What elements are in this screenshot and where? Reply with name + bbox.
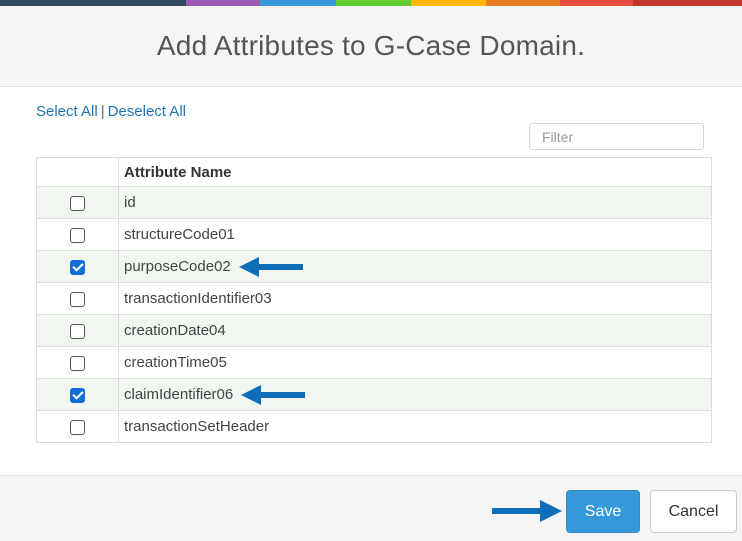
attribute-name-label: id	[124, 194, 136, 211]
table-row[interactable]: id	[36, 186, 712, 219]
attribute-table: Attribute Name id structureCode01 purposeC…	[36, 157, 712, 443]
attribute-name-cell: creationDate04	[118, 314, 712, 347]
table-row[interactable]: structureCode01	[36, 218, 712, 251]
attribute-name-label: creationDate04	[124, 322, 226, 339]
dialog-header: Add Attributes to G-Case Domain.	[0, 6, 742, 87]
table-row[interactable]: transactionIdentifier03	[36, 282, 712, 315]
checkbox-checked[interactable]	[70, 387, 85, 403]
checkbox-cell	[36, 282, 119, 315]
checkbox-cell	[36, 186, 119, 219]
attribute-table-container: Attribute Name id structureCode01 purposeC…	[36, 157, 712, 443]
table-row[interactable]: claimIdentifier06	[36, 378, 712, 411]
table-header-row: Attribute Name	[36, 157, 712, 187]
selection-links: Select All | Deselect All	[36, 102, 186, 122]
attribute-name-header: Attribute Name	[118, 157, 712, 187]
checkbox-cell	[36, 378, 119, 411]
attribute-name-label: transactionSetHeader	[124, 418, 270, 435]
cancel-button[interactable]: Cancel	[650, 490, 737, 533]
left-arrow-icon	[238, 256, 303, 277]
attribute-name-label: claimIdentifier06	[124, 385, 234, 403]
attribute-name-cell: transactionIdentifier03	[118, 282, 712, 315]
deselect-all-link[interactable]: Deselect All	[108, 103, 186, 120]
checkbox-cell	[36, 410, 119, 443]
checkbox-cell	[36, 218, 119, 251]
checkbox-unchecked[interactable]	[70, 291, 85, 307]
checkbox-cell	[36, 346, 119, 379]
checkbox-unchecked[interactable]	[70, 195, 85, 211]
checkbox-cell	[36, 314, 119, 347]
checkbox-column-header	[36, 157, 119, 187]
filter-input[interactable]	[529, 123, 704, 150]
table-row[interactable]: purposeCode02	[36, 250, 712, 283]
checkbox-unchecked[interactable]	[70, 355, 85, 371]
attribute-name-cell: id	[118, 186, 712, 219]
attribute-name-label: structureCode01	[124, 226, 235, 243]
attribute-name-cell: transactionSetHeader	[118, 410, 712, 443]
attribute-name-label: creationTime05	[124, 354, 227, 371]
checkbox-checked[interactable]	[70, 259, 85, 275]
checkbox-unchecked[interactable]	[70, 323, 85, 339]
link-separator: |	[100, 103, 105, 120]
attribute-name-cell: creationTime05	[118, 346, 712, 379]
table-row[interactable]: transactionSetHeader	[36, 410, 712, 443]
attribute-name-cell: purposeCode02	[118, 250, 712, 283]
dialog-footer: Save Cancel	[0, 475, 742, 541]
checkbox-unchecked[interactable]	[70, 227, 85, 243]
select-all-link[interactable]: Select All	[36, 103, 98, 120]
dialog-title: Add Attributes to G-Case Domain.	[156, 30, 586, 61]
checkbox-cell	[36, 250, 119, 283]
table-body: id structureCode01 purposeCode02 transactio…	[36, 186, 712, 443]
table-row[interactable]: creationDate04	[36, 314, 712, 347]
table-row[interactable]: creationTime05	[36, 346, 712, 379]
save-button[interactable]: Save	[566, 490, 640, 533]
checkbox-unchecked[interactable]	[70, 419, 85, 435]
right-arrow-icon	[492, 500, 562, 522]
attribute-name-cell: structureCode01	[118, 218, 712, 251]
attribute-name-label: transactionIdentifier03	[124, 290, 272, 307]
left-arrow-icon	[241, 384, 306, 405]
attribute-name-cell: claimIdentifier06	[118, 378, 712, 411]
attribute-name-label: purposeCode02	[124, 257, 231, 275]
